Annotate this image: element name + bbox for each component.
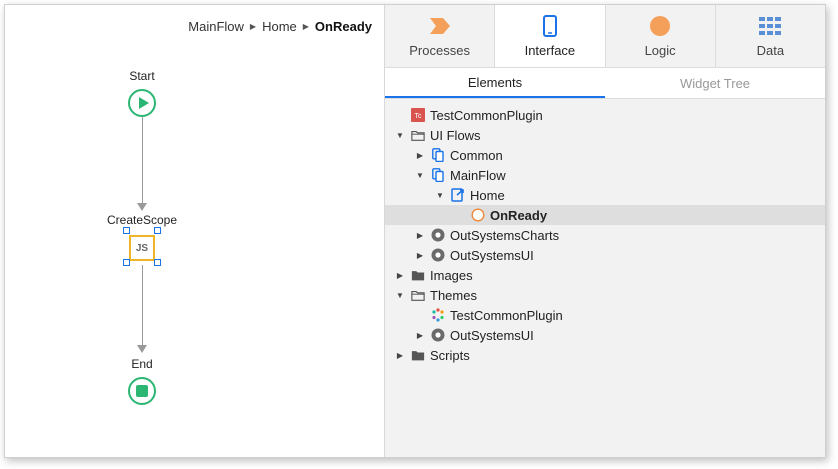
logic-icon xyxy=(649,15,671,37)
tree-item[interactable]: ▼ Home xyxy=(385,185,825,205)
caret-right-icon[interactable]: ▶ xyxy=(415,330,425,340)
flow-icon xyxy=(431,168,445,182)
elements-tree: Tc TestCommonPlugin ▼ UI Flows ▶ Common ▼ MainF… xyxy=(385,105,825,365)
caret-down-icon[interactable]: ▼ xyxy=(415,170,425,180)
caret-right-icon[interactable]: ▶ xyxy=(415,230,425,240)
end-node-label: End xyxy=(131,357,153,371)
tree-item[interactable]: OnReady xyxy=(385,205,825,225)
selection-handle[interactable] xyxy=(123,259,130,266)
folder-icon xyxy=(411,348,425,362)
folder-open-icon xyxy=(411,288,425,302)
tree-item[interactable]: ▼ UI Flows xyxy=(385,125,825,145)
caret-down-icon[interactable]: ▼ xyxy=(435,190,445,200)
module-icon xyxy=(431,328,445,342)
tree-item[interactable]: ▼ MainFlow xyxy=(385,165,825,185)
tab-label: Interface xyxy=(524,43,576,58)
end-node-icon[interactable] xyxy=(128,377,156,405)
breadcrumb: MainFlow ▶ Home ▶ OnReady xyxy=(188,19,372,34)
folder-icon xyxy=(411,268,425,282)
flow-icon xyxy=(431,148,445,162)
selection-handle[interactable] xyxy=(154,259,161,266)
tree-item-label: TestCommonPlugin xyxy=(450,307,563,323)
tab-processes[interactable]: Processes xyxy=(385,5,496,67)
event-icon xyxy=(471,208,485,222)
tree-item-label: Images xyxy=(430,267,473,283)
flow-canvas[interactable]: MainFlow ▶ Home ▶ OnReady Start CreateSc… xyxy=(5,5,385,457)
arrow-down-icon xyxy=(137,203,147,211)
tree-item[interactable]: ▶ Images xyxy=(385,265,825,285)
tree-item[interactable]: ▶ Scripts xyxy=(385,345,825,365)
theme-icon xyxy=(431,308,445,322)
caret-right-icon[interactable]: ▶ xyxy=(395,270,405,280)
caret-right-icon[interactable]: ▶ xyxy=(395,350,405,360)
tree-item[interactable]: TestCommonPlugin xyxy=(385,305,825,325)
tab-label: Processes xyxy=(409,43,470,58)
flow-connector xyxy=(142,265,143,347)
elements-panel: Processes Interface Logic Data Elements … xyxy=(385,5,825,457)
tree-item-label: TestCommonPlugin xyxy=(430,107,543,123)
breadcrumb-item-mainflow[interactable]: MainFlow xyxy=(188,19,244,34)
tab-logic[interactable]: Logic xyxy=(605,5,716,67)
screen-icon xyxy=(451,188,465,202)
tree-item-label: OutSystemsCharts xyxy=(450,227,560,243)
breadcrumb-item-current: OnReady xyxy=(314,19,372,34)
start-node-icon[interactable] xyxy=(128,89,156,117)
app-icon: Tc xyxy=(411,108,425,122)
flow-connector xyxy=(142,117,143,205)
stop-icon xyxy=(136,385,148,397)
play-icon xyxy=(138,97,149,109)
tab-interface[interactable]: Interface xyxy=(495,5,606,67)
tree-item-label: Themes xyxy=(430,287,477,303)
tree-item-label: Scripts xyxy=(430,347,470,363)
tree-item-label: OutSystemsUI xyxy=(450,247,534,263)
sub-tabs: Elements Widget Tree xyxy=(385,68,825,99)
caret-spacer xyxy=(455,210,465,220)
data-icon xyxy=(759,15,782,37)
breadcrumb-separator-icon: ▶ xyxy=(249,22,257,31)
tree-item-label: OutSystemsUI xyxy=(450,327,534,343)
tab-label: Data xyxy=(756,43,785,58)
tree-item-label: MainFlow xyxy=(450,167,506,183)
arrow-down-icon xyxy=(137,345,147,353)
tab-widget-tree[interactable]: Widget Tree xyxy=(605,68,825,98)
tree-item-label: Common xyxy=(450,147,503,163)
module-icon xyxy=(431,228,445,242)
tab-data[interactable]: Data xyxy=(715,5,825,67)
selection-handle[interactable] xyxy=(154,227,161,234)
caret-spacer xyxy=(415,310,425,320)
window-frame: MainFlow ▶ Home ▶ OnReady Start CreateSc… xyxy=(4,4,826,458)
caret-down-icon[interactable]: ▼ xyxy=(395,130,405,140)
caret-right-icon[interactable]: ▶ xyxy=(415,150,425,160)
action-node-label: CreateScope xyxy=(106,213,178,227)
selection-handle[interactable] xyxy=(123,227,130,234)
start-node-label: Start xyxy=(129,69,155,83)
tree-item-label: OnReady xyxy=(490,207,548,223)
svg-text:Tc: Tc xyxy=(415,113,423,120)
breadcrumb-item-home[interactable]: Home xyxy=(262,19,297,34)
tree-item[interactable]: ▶ Common xyxy=(385,145,825,165)
caret-down-icon[interactable]: ▼ xyxy=(395,290,405,300)
tree-item-label: UI Flows xyxy=(430,127,481,143)
tab-elements[interactable]: Elements xyxy=(385,68,605,98)
processes-icon xyxy=(429,15,451,37)
caret-spacer xyxy=(395,110,405,120)
tree-item[interactable]: ▶ OutSystemsUI xyxy=(385,245,825,265)
caret-right-icon[interactable]: ▶ xyxy=(415,250,425,260)
tree-item[interactable]: ▶ OutSystemsCharts xyxy=(385,225,825,245)
folder-open-icon xyxy=(411,128,425,142)
main-tabs: Processes Interface Logic Data xyxy=(385,5,825,68)
tree-item[interactable]: ▶ OutSystemsUI xyxy=(385,325,825,345)
interface-icon xyxy=(542,15,557,37)
js-badge: JS xyxy=(135,242,149,254)
tree-item[interactable]: Tc TestCommonPlugin xyxy=(385,105,825,125)
tree-item[interactable]: ▼ Themes xyxy=(385,285,825,305)
js-node[interactable]: JS xyxy=(129,235,155,261)
breadcrumb-separator-icon: ▶ xyxy=(302,22,309,31)
module-icon xyxy=(431,248,445,262)
tree-item-label: Home xyxy=(470,187,505,203)
tab-label: Logic xyxy=(644,43,676,58)
